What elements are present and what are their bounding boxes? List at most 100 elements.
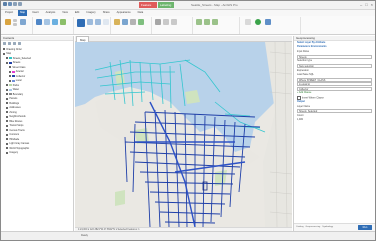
explore-icon[interactable] bbox=[20, 19, 26, 25]
layer-visibility-checkbox[interactable] bbox=[9, 79, 12, 82]
download-map-icon[interactable] bbox=[196, 19, 202, 25]
map-view[interactable] bbox=[75, 42, 292, 227]
parameter-field[interactable]: New selection bbox=[297, 64, 372, 69]
list-by-source-icon[interactable] bbox=[8, 42, 11, 45]
layer-visibility-checkbox[interactable] bbox=[6, 111, 9, 114]
symbol-swatch bbox=[9, 57, 12, 60]
layer-visibility-checkbox[interactable] bbox=[6, 138, 9, 141]
view-unplaced-icon[interactable] bbox=[171, 19, 177, 25]
layer-label: Parks bbox=[12, 83, 19, 87]
layer-visibility-checkbox[interactable] bbox=[6, 129, 9, 132]
run-button[interactable]: Run bbox=[358, 225, 372, 230]
window-controls: – □ × bbox=[360, 2, 373, 8]
locate-icon[interactable] bbox=[122, 19, 128, 25]
infographics-icon[interactable] bbox=[130, 19, 136, 25]
label-icon[interactable] bbox=[155, 19, 161, 25]
layer-visibility-checkbox[interactable] bbox=[6, 106, 9, 109]
paste-icon[interactable] bbox=[5, 19, 11, 25]
layer-visibility-checkbox[interactable] bbox=[6, 151, 9, 154]
layer-label: Water bbox=[12, 88, 20, 92]
layer-visibility-checkbox[interactable] bbox=[6, 84, 9, 87]
go-to-xy-icon[interactable] bbox=[44, 19, 50, 25]
minimize-icon[interactable]: – bbox=[360, 2, 362, 8]
layer-list: Drawing Order Map Streets_Selected Streets S… bbox=[1, 46, 73, 156]
layer-visibility-checkbox[interactable] bbox=[6, 115, 9, 118]
bookmarks-icon[interactable] bbox=[36, 19, 42, 25]
parameter-field[interactable]: Streets_Selected bbox=[297, 109, 372, 114]
layer-label: Arterial bbox=[15, 70, 24, 74]
copy-icon[interactable] bbox=[13, 23, 17, 26]
parameter-field[interactable]: Collector bbox=[297, 86, 372, 91]
layer-visibility-checkbox[interactable] bbox=[6, 124, 9, 127]
ribbon-group-edit bbox=[241, 17, 301, 34]
layer-visibility-checkbox[interactable] bbox=[6, 93, 9, 96]
pause-icon[interactable] bbox=[163, 19, 169, 25]
layer-visibility-checkbox[interactable] bbox=[6, 120, 9, 123]
layer-label: Zoning bbox=[9, 110, 17, 114]
layer-label: Map bbox=[6, 52, 12, 56]
layer-visibility-checkbox[interactable] bbox=[3, 48, 6, 51]
table-icon[interactable] bbox=[245, 19, 251, 25]
context-tab-feature-layer[interactable]: Feature Layer bbox=[139, 2, 157, 13]
tab-catalog[interactable]: Catalog bbox=[296, 225, 304, 230]
parameter-field[interactable]: Streets bbox=[297, 54, 372, 59]
layer-visibility-checkbox[interactable] bbox=[9, 75, 12, 78]
layer-visibility-checkbox[interactable] bbox=[6, 102, 9, 105]
annotation-icon[interactable] bbox=[265, 19, 271, 25]
layer-visibility-checkbox[interactable] bbox=[6, 97, 9, 100]
layer-label: Drawing Order bbox=[6, 47, 22, 51]
measure-icon[interactable] bbox=[114, 19, 120, 25]
undo-icon[interactable] bbox=[13, 2, 17, 6]
maximize-icon[interactable]: □ bbox=[365, 2, 367, 8]
app-window: Feature Layer Labeling Seattle_Streets -… bbox=[0, 0, 376, 241]
save-icon[interactable] bbox=[8, 2, 12, 6]
layer-label: Local bbox=[15, 79, 22, 83]
ribbon-group-layer bbox=[75, 17, 111, 34]
parameter-label: Load Save SQL bbox=[297, 72, 314, 76]
layer-label: Imagery bbox=[9, 151, 19, 155]
context-tab-labeling[interactable]: Labeling bbox=[158, 2, 174, 8]
layer-visibility-checkbox[interactable] bbox=[3, 52, 6, 55]
add-data-icon[interactable] bbox=[60, 19, 66, 25]
app-icon bbox=[3, 2, 7, 6]
status-text: Ready bbox=[81, 234, 88, 237]
layer-visibility-checkbox[interactable] bbox=[6, 147, 9, 150]
check-icon[interactable] bbox=[255, 19, 261, 25]
clear-selection-icon[interactable] bbox=[103, 19, 109, 25]
remove-icon[interactable] bbox=[212, 19, 218, 25]
layer-item[interactable]: Imagery bbox=[3, 151, 71, 156]
title-bar: Feature Layer Labeling Seattle_Streets -… bbox=[1, 1, 375, 13]
layer-visibility-checkbox[interactable] bbox=[6, 133, 9, 136]
layer-label: Street Class bbox=[12, 65, 26, 69]
symbol-swatch bbox=[9, 61, 12, 64]
window-title: Seattle_Streets - Map - ArcGIS Pro bbox=[191, 3, 238, 7]
layer-visibility-checkbox[interactable] bbox=[6, 57, 9, 60]
layer-label: Census Tracts bbox=[9, 128, 25, 132]
layer-visibility-checkbox[interactable] bbox=[6, 142, 9, 145]
select-by-attributes-icon[interactable] bbox=[87, 19, 93, 25]
redo-icon[interactable] bbox=[18, 2, 22, 6]
select-icon[interactable] bbox=[77, 19, 85, 27]
layer-visibility-checkbox[interactable] bbox=[6, 88, 9, 91]
sync-icon[interactable] bbox=[204, 19, 210, 25]
coordinate-conversion-icon[interactable] bbox=[138, 19, 144, 25]
ribbon-group-clipboard bbox=[3, 17, 33, 34]
parameter-list: Parameters Environments Input Rows Streets… bbox=[294, 45, 375, 122]
select-by-location-icon[interactable] bbox=[95, 19, 101, 25]
list-by-selection-icon[interactable] bbox=[13, 42, 16, 45]
list-by-editing-icon[interactable] bbox=[18, 42, 21, 45]
close-icon[interactable]: × bbox=[371, 2, 373, 8]
parameter-field[interactable]: Where STREET_CLASS bbox=[297, 77, 372, 82]
tab-symbology[interactable]: Symbology bbox=[322, 225, 333, 230]
layer-visibility-checkbox[interactable] bbox=[6, 61, 9, 64]
tab-geoprocessing[interactable]: Geoprocessing bbox=[306, 225, 321, 230]
geoprocessing-pane: Geoprocessing Select Layer By Attribute … bbox=[293, 36, 375, 231]
map-canvas[interactable] bbox=[75, 42, 292, 227]
basemap-icon[interactable] bbox=[52, 19, 58, 25]
list-by-drawing-order-icon[interactable] bbox=[3, 42, 6, 45]
cut-icon[interactable] bbox=[13, 19, 17, 22]
layer-visibility-checkbox[interactable] bbox=[9, 66, 12, 69]
geoprocessing-footer: Catalog Geoprocessing Symbology Run bbox=[294, 223, 375, 231]
parameter-field[interactable]: is equal to bbox=[297, 82, 372, 87]
layer-visibility-checkbox[interactable] bbox=[9, 70, 12, 73]
